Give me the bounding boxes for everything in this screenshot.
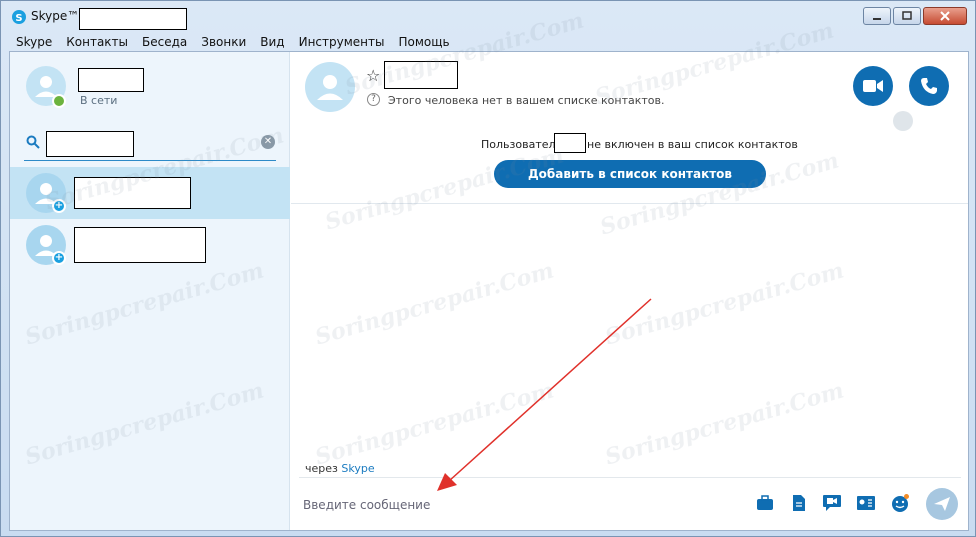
menu-conversation[interactable]: Беседа	[135, 33, 194, 51]
close-button[interactable]	[923, 7, 967, 25]
smiley-icon	[892, 494, 909, 512]
video-message-icon	[823, 495, 841, 511]
menu-tools[interactable]: Инструменты	[292, 33, 392, 51]
conversation-pane: ☆ ? Этого человека нет в вашем списке ко…	[291, 52, 968, 530]
redacted-banner-name	[554, 133, 586, 153]
question-icon[interactable]: ?	[367, 93, 380, 106]
redacted-profile-name	[78, 68, 144, 92]
minimize-button[interactable]	[863, 7, 891, 25]
header-divider	[291, 203, 968, 204]
svg-text:S: S	[15, 13, 22, 24]
profile-status-text[interactable]: В сети	[80, 94, 117, 107]
maximize-icon	[902, 11, 912, 20]
redacted-contact-name	[74, 227, 206, 263]
search-underline	[24, 160, 276, 161]
redacted-title-name	[79, 8, 187, 30]
contact-card-icon	[857, 496, 875, 510]
via-skype-label: через Skype	[305, 462, 375, 475]
conversation-avatar[interactable]	[305, 62, 355, 112]
send-contacts-button[interactable]	[855, 492, 877, 514]
menu-contacts[interactable]: Контакты	[59, 33, 135, 51]
via-skype-link[interactable]: Skype	[341, 462, 374, 475]
send-button[interactable]	[926, 488, 958, 520]
skype-logo-icon: S	[12, 10, 26, 24]
menu-view[interactable]: Вид	[253, 33, 291, 51]
via-prefix: через	[305, 462, 338, 475]
title-bar: S Skype™ -	[1, 1, 975, 33]
minimize-icon	[873, 18, 881, 20]
file-icon	[793, 495, 805, 511]
menu-skype[interactable]: Skype	[9, 33, 59, 51]
menu-calls[interactable]: Звонки	[194, 33, 253, 51]
redacted-conversation-name	[384, 61, 458, 89]
emoticons-button[interactable]	[889, 492, 911, 514]
person-icon	[317, 75, 343, 100]
menu-help[interactable]: Помощь	[391, 33, 456, 51]
window-controls	[863, 7, 967, 25]
search-input[interactable]	[46, 131, 134, 157]
clear-search-icon[interactable]: ✕	[261, 135, 275, 149]
close-icon	[940, 11, 950, 21]
sidebar: В сети ✕ + +	[10, 52, 290, 530]
online-status-icon	[52, 94, 66, 108]
client-area: В сети ✕ + + ☆ ? Этого человека нет в ва…	[9, 51, 969, 531]
add-to-contacts-button[interactable]: Добавить в список контактов	[494, 160, 766, 188]
send-file-button[interactable]	[788, 492, 810, 514]
send-icon	[934, 497, 950, 511]
search-icon	[26, 135, 40, 149]
phone-icon	[921, 78, 937, 94]
video-camera-icon	[863, 80, 883, 92]
video-message-button[interactable]	[821, 492, 843, 514]
message-input[interactable]	[303, 495, 743, 515]
send-media-button[interactable]	[754, 492, 776, 514]
menu-bar: Skype Контакты Беседа Звонки Вид Инструм…	[9, 33, 969, 51]
redacted-contact-name	[74, 177, 191, 209]
audio-call-button[interactable]	[909, 66, 949, 106]
maximize-button[interactable]	[893, 7, 921, 25]
globe-icon[interactable]	[893, 111, 913, 131]
add-contact-badge-icon: +	[52, 199, 66, 213]
skype-window: S Skype™ - Skype Контакты Беседа Звонки …	[0, 0, 976, 537]
contact-item[interactable]: +	[10, 219, 290, 271]
banner-suffix: не включен в ваш список контактов	[587, 138, 798, 151]
add-contact-badge-icon: +	[52, 251, 66, 265]
compose-divider	[299, 477, 961, 478]
contact-item[interactable]: +	[10, 167, 290, 219]
favorite-star-icon[interactable]: ☆	[366, 66, 380, 85]
video-call-button[interactable]	[853, 66, 893, 106]
banner-prefix: Пользователь	[481, 138, 563, 151]
media-bag-icon	[757, 495, 773, 510]
not-in-contacts-note: Этого человека нет в вашем списке контак…	[388, 94, 665, 107]
